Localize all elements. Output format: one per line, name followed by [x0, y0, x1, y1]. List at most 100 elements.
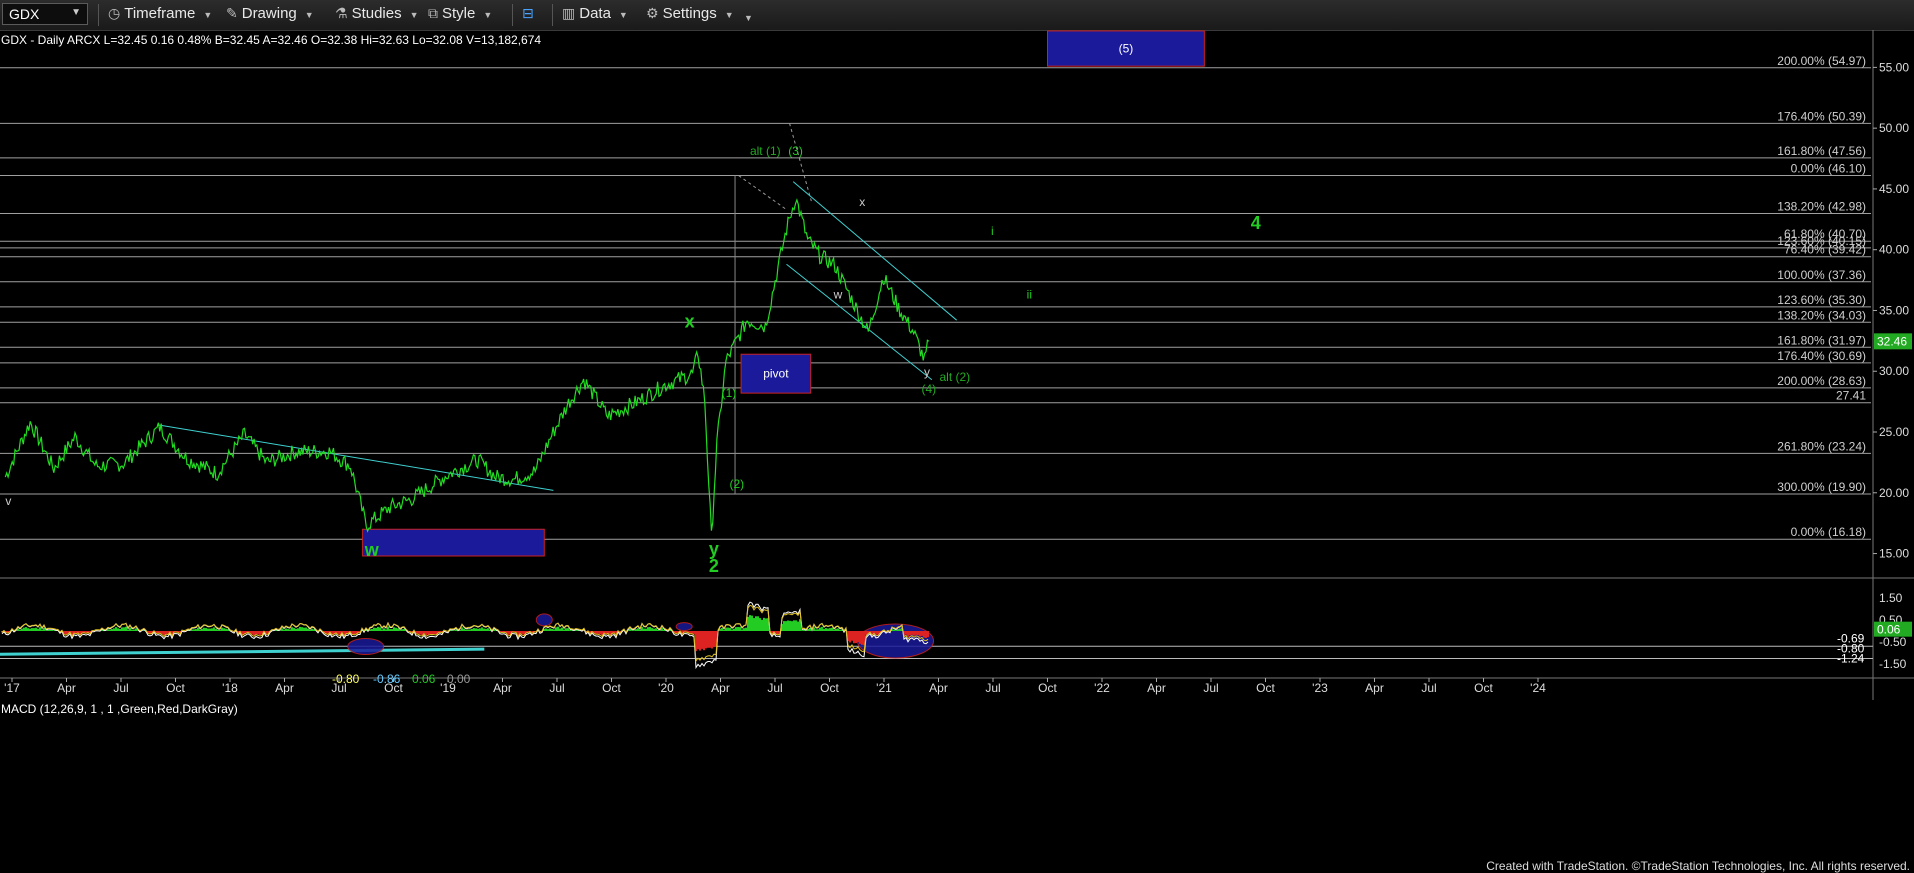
macd-divergence-highlight	[675, 622, 693, 632]
fib-level-label: 300.00% (19.90)	[1777, 480, 1866, 494]
chevron-down-icon: ▼	[304, 10, 314, 20]
time-tick-label: Apr	[57, 681, 76, 695]
macd-tick-label: -1.50	[1879, 657, 1907, 671]
time-tick-label: Apr	[275, 681, 294, 695]
time-tick-label: Oct	[1474, 681, 1493, 695]
chart-area[interactable]: 200.00% (54.97) 176.40% (50.39) 161.80% (4…	[0, 30, 1914, 873]
macd-current-label: 0.06	[1877, 623, 1901, 637]
wave-label: (3)	[788, 144, 803, 158]
macd-tick-label: -0.50	[1879, 635, 1907, 649]
fib-level-label: 123.60% (35.30)	[1777, 293, 1866, 307]
wave-label: ii	[1027, 287, 1032, 301]
drawing-label: Drawing	[241, 5, 297, 22]
fib-level-label: 138.20% (42.98)	[1777, 199, 1866, 213]
wave-label: (2)	[730, 477, 745, 491]
macd-divergence-highlight	[347, 638, 385, 656]
wave-label: alt (2)	[940, 370, 971, 384]
chevron-down-icon: ▼	[71, 7, 81, 18]
fib-level-label: 200.00% (54.97)	[1777, 54, 1866, 68]
chevron-down-icon: ▼	[409, 10, 419, 20]
footer-credit: Created with TradeStation. ©TradeStation…	[1486, 859, 1910, 873]
wave-label: w	[364, 540, 380, 560]
data-menu[interactable]: ▥ Data ▼	[562, 5, 628, 22]
price-tick-label: 55.00	[1879, 60, 1909, 74]
data-label: Data	[579, 5, 611, 22]
time-tick-label: Jul	[549, 681, 564, 695]
macd-tick-label: 1.50	[1879, 591, 1903, 605]
wave-three-dashed-line	[789, 123, 812, 202]
last-price-label: 32.46	[1877, 334, 1907, 348]
target-box	[362, 528, 545, 557]
drawing-menu[interactable]: ✎ Drawing ▼	[226, 5, 314, 22]
overflow-menu[interactable]: ▼	[744, 8, 753, 25]
price-tick-label: 40.00	[1879, 243, 1909, 257]
time-tick-label: Apr	[493, 681, 512, 695]
chevron-down-icon: ▼	[483, 10, 493, 20]
time-tick-label: Oct	[1256, 681, 1275, 695]
macd-value: -0.86	[373, 672, 401, 686]
time-tick-label: '18	[222, 681, 238, 695]
macd-divergence-highlight	[535, 613, 553, 627]
style-icon: ⧉	[428, 5, 438, 21]
fib-level-label: 176.40% (50.39)	[1777, 109, 1866, 123]
price-tick-label: 30.00	[1879, 364, 1909, 378]
time-tick-label: Jul	[985, 681, 1000, 695]
fib-levels: 200.00% (54.97) 176.40% (50.39) 161.80% (4…	[0, 54, 1871, 540]
macd-panel: 1.500.50-0.50-1.50-0.80 -0.86 0.06 0.00-0.6…	[0, 591, 1912, 686]
wave-label: (4)	[921, 382, 936, 396]
price-tick-label: 20.00	[1879, 486, 1909, 500]
fib-level-label: 0.00% (16.18)	[1791, 525, 1866, 539]
chevron-down-icon: ▼	[744, 13, 753, 23]
symbol-text: GDX	[9, 6, 40, 22]
settings-menu[interactable]: ⚙ Settings ▼	[646, 5, 734, 22]
toolbar-divider	[552, 4, 553, 26]
macd-line	[1, 601, 929, 670]
time-tick-label: Oct	[166, 681, 185, 695]
toolbar-divider	[512, 4, 513, 26]
price-tick-label: 50.00	[1879, 121, 1909, 135]
timeframe-menu[interactable]: ◷ Timeframe ▼	[108, 5, 212, 22]
wave-label: v	[5, 494, 11, 508]
style-label: Style	[442, 5, 476, 22]
time-tick-label: Jul	[1203, 681, 1218, 695]
style-menu[interactable]: ⧉ Style ▼	[428, 5, 492, 22]
fib-level-label: 161.80% (31.97)	[1777, 333, 1866, 347]
layout-icon: ⊟	[522, 5, 534, 21]
symbol-selector[interactable]: GDX ▼	[2, 3, 88, 25]
macd-value: 0.00	[447, 672, 471, 686]
trend-lines	[157, 123, 957, 494]
time-tick-label: Apr	[1147, 681, 1166, 695]
flask-icon: ⚗	[335, 5, 348, 21]
fib-level-label: 27.41	[1836, 389, 1866, 403]
wave-label: x	[685, 311, 695, 331]
fib-level-label: 176.40% (30.69)	[1777, 349, 1866, 363]
time-tick-label: Apr	[1365, 681, 1384, 695]
wave-label: y	[924, 365, 930, 379]
time-tick-label: '22	[1094, 681, 1110, 695]
wave-label: x	[859, 195, 865, 209]
chevron-down-icon: ▼	[618, 10, 628, 20]
time-tick-label: Apr	[929, 681, 948, 695]
fib-level-label: 76.40% (39.42)	[1784, 243, 1866, 257]
time-tick-label: '21	[876, 681, 892, 695]
fib-level-label: 138.20% (34.03)	[1777, 308, 1866, 322]
macd-current-label: -1.24	[1837, 651, 1865, 665]
macd-trend-line	[0, 647, 485, 656]
layout-button[interactable]: ⊟	[522, 5, 538, 22]
wave-label: 2	[709, 556, 719, 576]
time-tick-label: Oct	[602, 681, 621, 695]
bar-chart-icon: ▥	[562, 5, 576, 21]
clock-icon: ◷	[108, 5, 121, 21]
channel-upper-line	[792, 181, 957, 321]
time-tick-label: '24	[1530, 681, 1546, 695]
studies-label: Studies	[351, 5, 402, 22]
studies-menu[interactable]: ⚗ Studies ▼	[335, 5, 419, 22]
price-tick-label: 15.00	[1879, 547, 1909, 561]
time-tick-label: Jul	[1421, 681, 1436, 695]
fib-level-label: 200.00% (28.63)	[1777, 374, 1866, 388]
wave-labels: wxy2(1)(2)alt (1) (3)xwy alt (2)(4)iii4v	[5, 144, 1260, 576]
time-tick-label: '23	[1312, 681, 1328, 695]
fib-level-label: 100.00% (37.36)	[1777, 268, 1866, 282]
wave-label: i	[991, 224, 994, 238]
price-tick-label: 35.00	[1879, 303, 1909, 317]
